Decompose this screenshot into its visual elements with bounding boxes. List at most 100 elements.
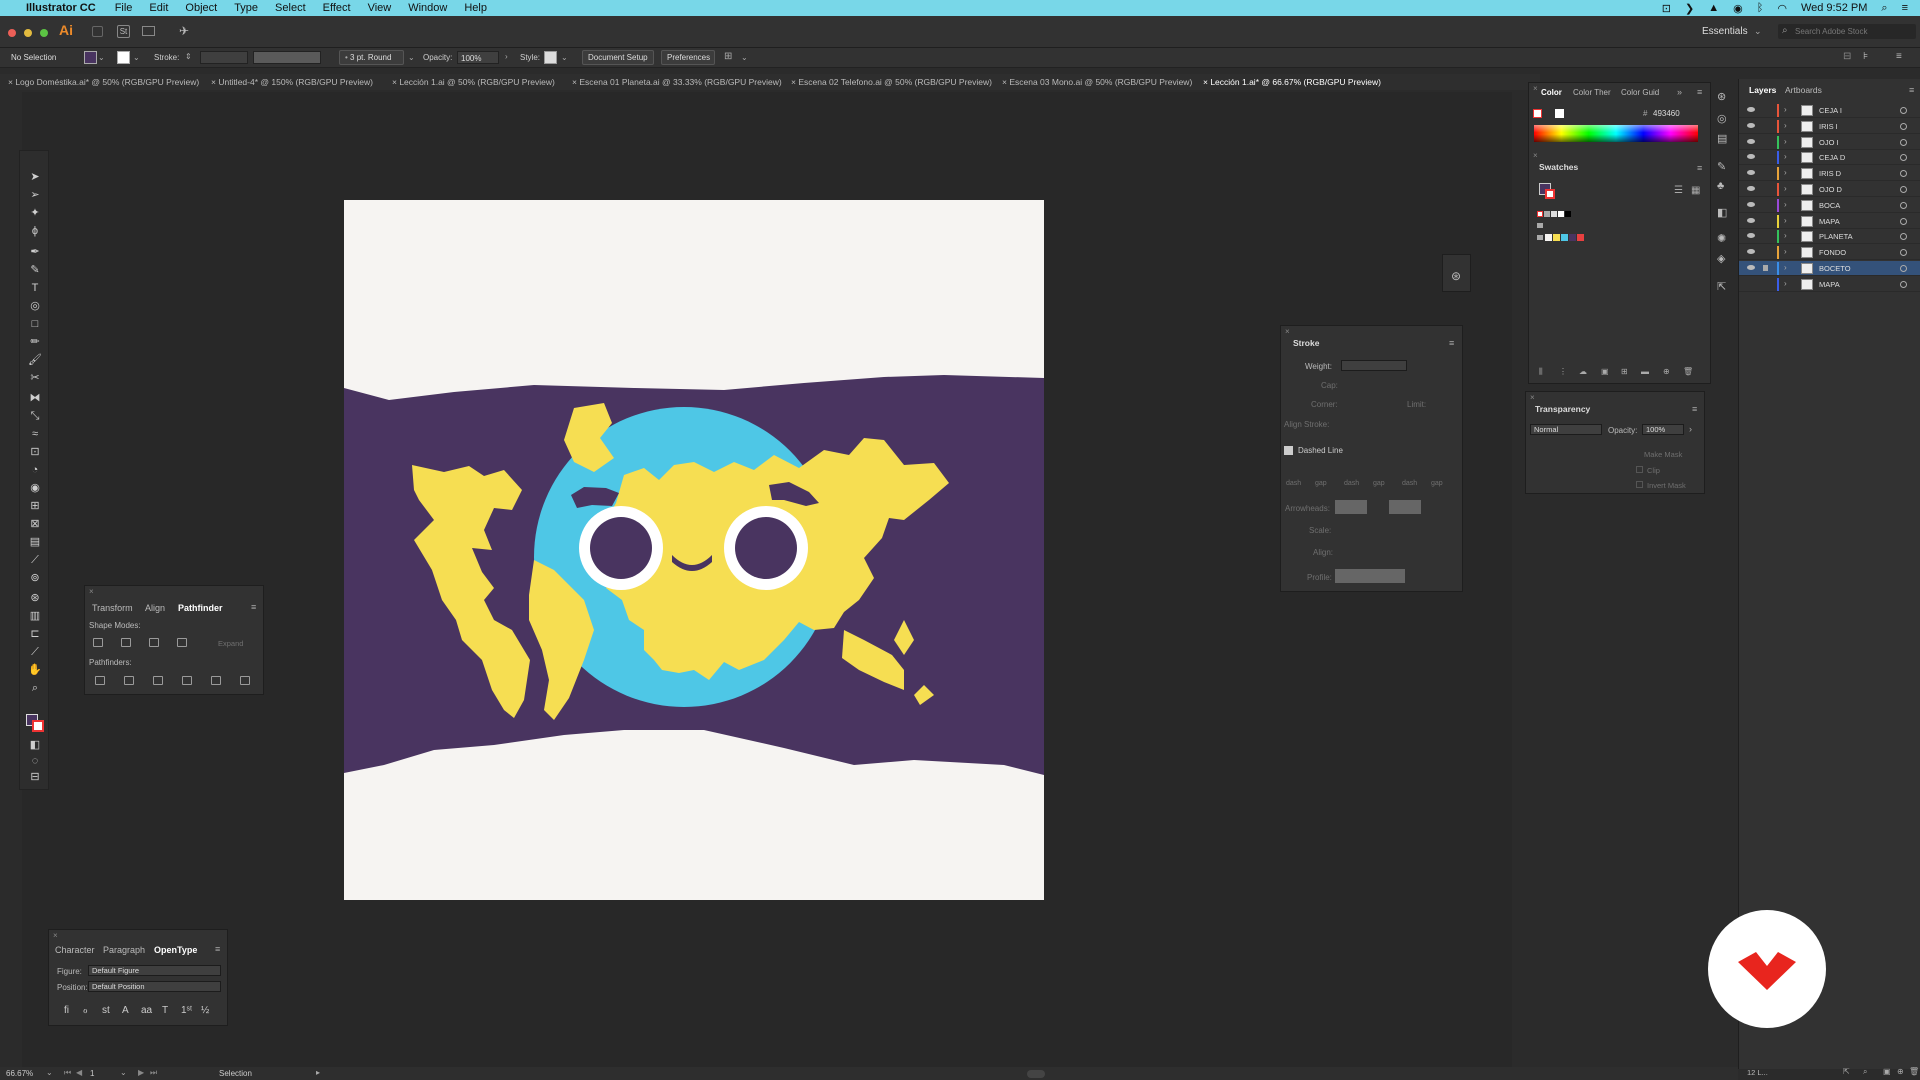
fill-swatch[interactable]	[84, 51, 97, 64]
perspective-grid-icon[interactable]: ⊞	[28, 500, 42, 512]
chevron-right-icon[interactable]: ›	[1784, 168, 1787, 177]
ligatures-icon[interactable]: ﬁ	[64, 1005, 69, 1016]
swash-icon[interactable]: A	[122, 1005, 129, 1016]
eye-icon[interactable]	[1747, 138, 1755, 144]
fractions-icon[interactable]: ½	[201, 1005, 209, 1016]
curvature-tool-icon[interactable]: ✎	[28, 264, 42, 276]
close-icon[interactable]: ×	[1533, 151, 1538, 160]
scissors-tool-icon[interactable]: ✂	[28, 372, 42, 384]
last-artboard-icon[interactable]: ⏭	[150, 1068, 157, 1078]
free-transform-icon[interactable]: ⊡	[28, 446, 42, 458]
document-setup-button[interactable]: Document Setup	[582, 50, 654, 65]
chevron-icon[interactable]: ❯	[1685, 2, 1694, 15]
panel-menu-icon[interactable]: ≡	[1909, 85, 1914, 95]
scale-tool-icon[interactable]: ⤡	[28, 410, 42, 422]
mesh-tool-icon[interactable]: ⊠	[28, 518, 42, 530]
menu-file[interactable]: File	[115, 2, 133, 14]
swatch-none[interactable]	[1537, 211, 1543, 217]
trash-icon[interactable]: 🗑	[1909, 1067, 1919, 1076]
chevron-right-icon[interactable]: ›	[1784, 184, 1787, 193]
first-artboard-icon[interactable]: ⏮	[64, 1068, 71, 1078]
panel-menu-icon[interactable]: ≡	[1449, 338, 1454, 348]
artboard[interactable]	[344, 200, 1044, 900]
hand-tool-icon[interactable]: ✋	[28, 664, 42, 676]
wifi-icon[interactable]: ◠	[1777, 2, 1787, 15]
close-icon[interactable]: ×	[53, 931, 58, 940]
minus-back-icon[interactable]	[240, 676, 250, 685]
swatch-registration[interactable]	[1544, 211, 1550, 217]
bridge-icon[interactable]	[92, 26, 103, 37]
layer-row[interactable]: › BOCA	[1739, 198, 1920, 213]
arrange-icon[interactable]: ⊞	[724, 51, 732, 62]
clip-checkbox[interactable]	[1636, 466, 1643, 473]
eye-icon[interactable]	[1747, 107, 1755, 112]
screen-record-icon[interactable]: ⊡	[1662, 2, 1671, 15]
minus-front-icon[interactable]	[121, 638, 131, 647]
close-icon[interactable]: ×	[1530, 393, 1535, 402]
arrange-documents-icon[interactable]	[142, 26, 155, 36]
target-icon[interactable]	[1900, 265, 1907, 272]
target-icon[interactable]	[1900, 107, 1907, 114]
swatch-purple[interactable]	[1569, 234, 1576, 241]
layer-row[interactable]: › IRIS I	[1739, 119, 1920, 134]
brush-definition-dropdown[interactable]: • 3 pt. Round	[339, 50, 404, 65]
panel-menu-icon[interactable]: ≡	[1896, 51, 1902, 62]
weight-input[interactable]	[1341, 360, 1407, 371]
properties-icon[interactable]: ◎	[1717, 112, 1727, 125]
tab-document[interactable]: × Lección 1.ai @ 50% (RGB/GPU Preview)	[392, 77, 555, 87]
target-icon[interactable]	[1900, 122, 1907, 130]
swatch-kinds-icon[interactable]: ⋮	[1559, 367, 1567, 376]
menu-effect[interactable]: Effect	[323, 2, 351, 14]
blend-tool-icon[interactable]: ⊚	[28, 572, 42, 584]
make-mask-button[interactable]: Make Mask	[1644, 450, 1682, 459]
discretionary-ligatures-icon[interactable]: st	[102, 1005, 110, 1016]
layer-name[interactable]: OJO D	[1819, 185, 1842, 194]
eye-icon[interactable]	[1747, 186, 1755, 191]
layer-row[interactable]: › OJO D	[1739, 182, 1920, 197]
intersect-icon[interactable]	[149, 638, 159, 647]
export-icon[interactable]: ⇱	[1717, 280, 1726, 293]
eyedropper-icon[interactable]: ⟋	[28, 554, 42, 566]
target-icon[interactable]	[1900, 186, 1907, 193]
horizontal-scrollbar-thumb[interactable]	[1027, 1070, 1045, 1078]
menu-type[interactable]: Type	[234, 2, 258, 14]
opacity-input[interactable]: 100%	[457, 51, 499, 64]
crop-icon[interactable]	[182, 676, 192, 685]
target-icon[interactable]	[1900, 249, 1907, 257]
color-spectrum[interactable]	[1534, 125, 1698, 142]
eye-icon[interactable]	[1747, 265, 1755, 270]
swatch-options-icon[interactable]: ☁	[1579, 367, 1587, 376]
spiral-tool-icon[interactable]: ◎	[28, 300, 42, 312]
selection-tool-icon[interactable]: ➤	[28, 171, 42, 183]
zoom-level[interactable]: 66.67%	[6, 1069, 33, 1078]
minimize-window-button[interactable]	[24, 29, 32, 37]
ordinals-icon[interactable]: 1ˢᵗ	[181, 1005, 192, 1016]
tab-artboards[interactable]: Artboards	[1785, 85, 1822, 95]
close-icon[interactable]: ×	[1533, 84, 1538, 93]
tab-transform[interactable]: Transform	[92, 603, 133, 613]
chevron-down-icon[interactable]: ⌄	[741, 53, 748, 62]
chevron-right-icon[interactable]: ›	[1784, 137, 1787, 146]
chevron-right-icon[interactable]: ›	[1784, 105, 1787, 114]
layer-row[interactable]: › OJO I	[1739, 135, 1920, 150]
chevron-right-icon[interactable]: ›	[1784, 216, 1787, 225]
swatch-red[interactable]	[1577, 234, 1584, 241]
variable-width-profile[interactable]	[253, 51, 321, 64]
eye-icon[interactable]	[1747, 233, 1755, 239]
menu-select[interactable]: Select	[275, 2, 306, 14]
menu-object[interactable]: Object	[185, 2, 217, 14]
chevron-right-icon[interactable]: ›	[1784, 263, 1787, 272]
dashed-line-checkbox[interactable]	[1284, 446, 1293, 455]
chevron-down-icon[interactable]: ⌄	[120, 1068, 127, 1077]
layer-name[interactable]: MAPA	[1819, 217, 1840, 226]
panel-menu-icon[interactable]: ≡	[1697, 163, 1702, 173]
stock-icon[interactable]: St	[117, 25, 130, 38]
layer-name[interactable]: FONDO	[1819, 248, 1846, 257]
tab-document[interactable]: × Escena 02 Telefono.ai @ 50% (RGB/GPU P…	[791, 77, 992, 87]
stroke-swatch[interactable]	[117, 51, 130, 64]
tab-color-themes[interactable]: Color Ther	[1573, 88, 1611, 97]
previous-artboard-icon[interactable]: ◀	[76, 1068, 82, 1077]
width-tool-icon[interactable]: ≈	[28, 428, 42, 440]
layer-row[interactable]: › BOCETO	[1739, 261, 1920, 276]
layer-row[interactable]: › MAPA	[1739, 277, 1920, 292]
